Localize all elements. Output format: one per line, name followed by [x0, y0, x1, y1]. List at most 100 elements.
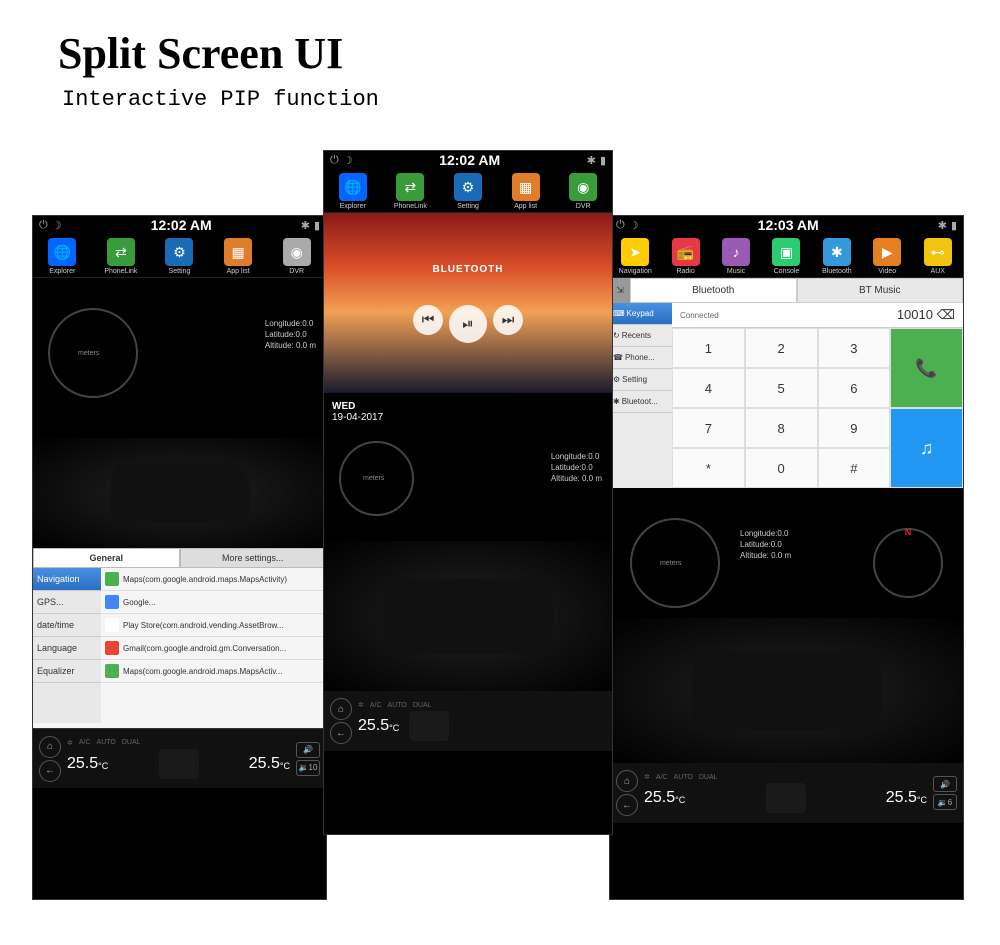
ac-mode-dual[interactable]: DUAL	[699, 774, 718, 781]
key-5[interactable]: 5	[745, 368, 818, 408]
dock-item-app list[interactable]: ▦App list	[218, 238, 258, 275]
battery-icon: ▮	[951, 219, 957, 232]
sidebar-icon: ☎	[613, 353, 623, 362]
moon-icon[interactable]: ☽	[343, 154, 353, 167]
tab-more[interactable]: More settings...	[180, 548, 327, 568]
key-7[interactable]: 7	[672, 408, 745, 448]
fan-icon[interactable]: ✲	[358, 701, 364, 709]
power-icon[interactable]: ⏻	[39, 219, 48, 232]
home-button[interactable]: ⌂	[616, 770, 638, 792]
seat-diagram[interactable]	[766, 783, 806, 813]
dock-item-dvr[interactable]: ◉DVR	[277, 238, 317, 275]
temp-right[interactable]: 25.5°C	[249, 755, 290, 773]
dock-label: PhoneLink	[104, 268, 137, 275]
play-pause-button[interactable]: ⏯	[449, 305, 487, 343]
dock-item-dvr[interactable]: ◉DVR	[563, 173, 603, 210]
bt-sidebar-recents[interactable]: ↻Recents	[610, 325, 672, 347]
list-item[interactable]: Gmail(com.google.android.gm.Conversation…	[101, 637, 326, 660]
split-toggle-icon[interactable]: ⇲	[610, 278, 630, 303]
key-1[interactable]: 1	[672, 328, 745, 368]
dock-item-phonelink[interactable]: ⇄PhoneLink	[101, 238, 141, 275]
dock-item-video[interactable]: ▶Video	[867, 238, 907, 275]
bt-sidebar-bluetoot[interactable]: ✱Bluetoot...	[610, 391, 672, 413]
key-0[interactable]: 0	[745, 448, 818, 488]
key-3[interactable]: 3	[818, 328, 891, 368]
dock-label: Console	[774, 268, 800, 275]
key-6[interactable]: 6	[818, 368, 891, 408]
back-button[interactable]: ←	[330, 722, 352, 744]
backspace-button[interactable]: ⌫	[937, 307, 955, 322]
tab-bluetooth[interactable]: Bluetooth	[630, 278, 797, 303]
home-button[interactable]: ⌂	[330, 698, 352, 720]
sidebar-item-equalizer[interactable]: Equalizer	[33, 660, 101, 683]
app-dock: 🌐Explorer ⇄PhoneLink ⚙Setting ▦App list ◉DVR	[33, 234, 326, 278]
list-item[interactable]: Maps(com.google.android.maps.MapsActivit…	[101, 568, 326, 591]
dock-item-console[interactable]: ▣Console	[766, 238, 806, 275]
music-button[interactable]: ♫	[890, 408, 963, 488]
ac-mode-auto[interactable]: AUTO	[97, 739, 116, 746]
dock-item-setting[interactable]: ⚙Setting	[448, 173, 488, 210]
ac-mode-ac[interactable]: A/C	[656, 774, 668, 781]
dock-item-navigation[interactable]: ➤Navigation	[615, 238, 655, 275]
key-8[interactable]: 8	[745, 408, 818, 448]
call-button[interactable]: 📞	[890, 328, 963, 408]
sidebar-item-datetime[interactable]: date/time	[33, 614, 101, 637]
tab-bt-music[interactable]: BT Music	[797, 278, 964, 303]
ac-mode-auto[interactable]: AUTO	[388, 702, 407, 709]
bt-sidebar-phone[interactable]: ☎Phone...	[610, 347, 672, 369]
prev-button[interactable]: ⏮	[413, 305, 443, 335]
dock-item-app list[interactable]: ▦App list	[506, 173, 546, 210]
fan-icon[interactable]: ✲	[644, 773, 650, 781]
key-4[interactable]: 4	[672, 368, 745, 408]
dock-item-explorer[interactable]: 🌐Explorer	[333, 173, 373, 210]
key-2[interactable]: 2	[745, 328, 818, 368]
seat-diagram[interactable]	[409, 711, 449, 741]
list-item[interactable]: Play Store(com.android.vending.AssetBrow…	[101, 614, 326, 637]
fan-icon[interactable]: ✲	[67, 739, 73, 747]
back-button[interactable]: ←	[39, 760, 61, 782]
ac-mode-dual[interactable]: DUAL	[413, 702, 432, 709]
media-title: BLUETOOTH	[432, 264, 503, 275]
sidebar-item-navigation[interactable]: Navigation	[33, 568, 101, 591]
moon-icon[interactable]: ☽	[52, 219, 62, 232]
next-button[interactable]: ⏭	[493, 305, 523, 335]
seat-diagram[interactable]	[159, 749, 199, 779]
list-item[interactable]: Maps(com.google.android.maps.MapsActiv..…	[101, 660, 326, 683]
vol-up-button[interactable]: 🔊	[296, 742, 320, 758]
key-*[interactable]: *	[672, 448, 745, 488]
vol-up-button[interactable]: 🔊	[933, 776, 957, 792]
dock-item-radio[interactable]: 📻Radio	[666, 238, 706, 275]
dock-item-setting[interactable]: ⚙Setting	[159, 238, 199, 275]
power-icon[interactable]: ⏻	[330, 154, 339, 167]
ac-mode-dual[interactable]: DUAL	[122, 739, 141, 746]
bt-sidebar-setting[interactable]: ⚙Setting	[610, 369, 672, 391]
temp-left[interactable]: 25.5°C	[358, 717, 399, 735]
sidebar-item-language[interactable]: Language	[33, 637, 101, 660]
dock-item-aux[interactable]: ⊷AUX	[918, 238, 958, 275]
temp-left[interactable]: 25.5°C	[67, 755, 108, 773]
dock-item-music[interactable]: ♪Music	[716, 238, 756, 275]
dock-item-bluetooth[interactable]: ✱Bluetooth	[817, 238, 857, 275]
moon-icon[interactable]: ☽	[629, 219, 639, 232]
dvr-icon: ◉	[569, 173, 597, 201]
home-button[interactable]: ⌂	[39, 736, 61, 758]
back-button[interactable]: ←	[616, 794, 638, 816]
ac-mode-auto[interactable]: AUTO	[674, 774, 693, 781]
key-#[interactable]: #	[818, 448, 891, 488]
phonelink-icon: ⇄	[396, 173, 424, 201]
sidebar-item-gps[interactable]: GPS...	[33, 591, 101, 614]
temp-right[interactable]: 25.5°C	[886, 789, 927, 807]
ac-mode-ac[interactable]: A/C	[370, 702, 382, 709]
dock-item-phonelink[interactable]: ⇄PhoneLink	[390, 173, 430, 210]
gauge-label: meters	[363, 475, 384, 482]
dock-item-explorer[interactable]: 🌐Explorer	[42, 238, 82, 275]
bt-sidebar-keypad[interactable]: ⌨Keypad	[610, 303, 672, 325]
video-icon: ▶	[873, 238, 901, 266]
video-player[interactable]: BLUETOOTH ⏮ ⏯ ⏭	[324, 213, 612, 393]
temp-left[interactable]: 25.5°C	[644, 789, 685, 807]
ac-mode-ac[interactable]: A/C	[79, 739, 91, 746]
power-icon[interactable]: ⏻	[616, 219, 625, 232]
list-item[interactable]: Google...	[101, 591, 326, 614]
tab-general[interactable]: General	[33, 548, 180, 568]
key-9[interactable]: 9	[818, 408, 891, 448]
